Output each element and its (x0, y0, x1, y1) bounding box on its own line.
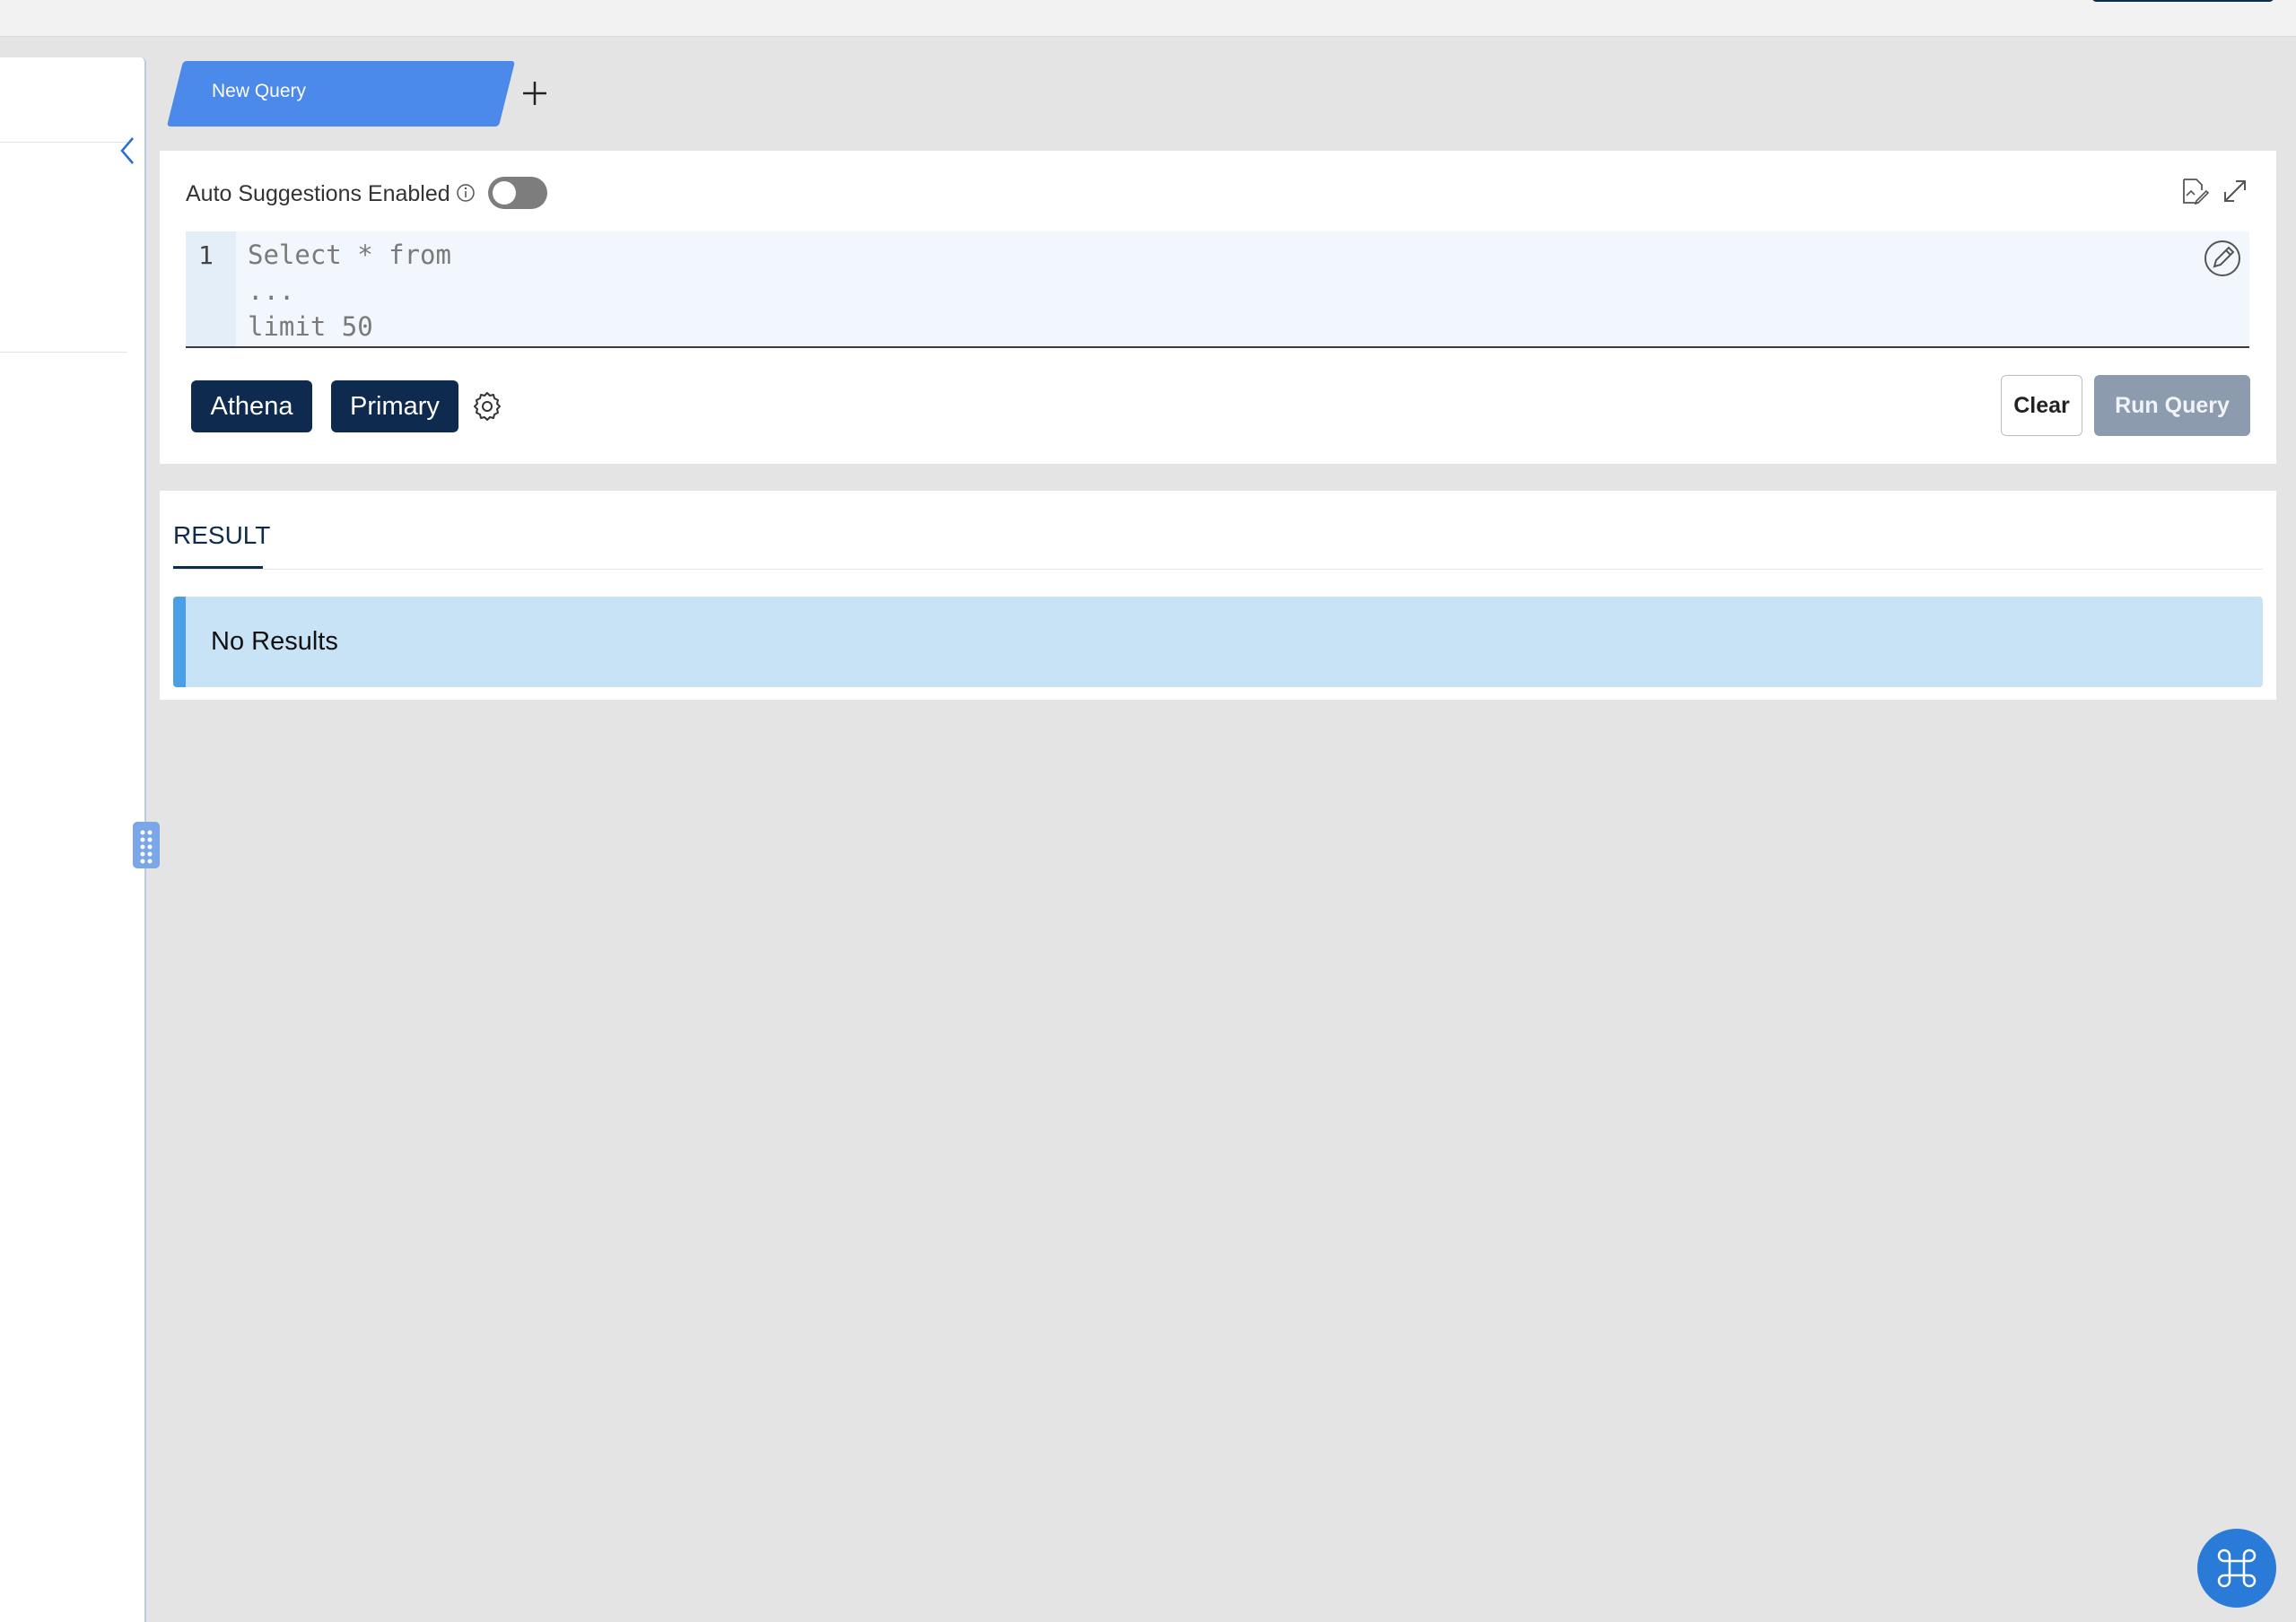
code-editor[interactable]: 1 Select * from... limit 50 (186, 231, 2249, 348)
ai-edit-icon[interactable] (2201, 237, 2244, 280)
chevron-left-icon[interactable] (115, 131, 140, 170)
plus-icon[interactable] (517, 75, 553, 111)
top-bar (0, 0, 2296, 37)
sidebar-divider (0, 142, 127, 143)
sidebar-divider (0, 352, 127, 353)
code-line: limit 50 (248, 311, 373, 342)
top-bar-button[interactable] (2091, 0, 2274, 2)
clear-button[interactable]: Clear (2001, 375, 2082, 436)
code-line: ... (248, 275, 295, 306)
command-icon (2217, 1548, 2257, 1588)
line-number: 1 (198, 240, 214, 270)
no-results-message: No Results (211, 627, 338, 656)
code-content[interactable]: Select * from... limit 50 (248, 237, 451, 344)
run-query-button[interactable]: Run Query (2094, 375, 2250, 436)
drag-handle-icon[interactable] (133, 822, 160, 868)
command-palette-button[interactable] (2197, 1529, 2276, 1608)
info-icon[interactable] (456, 183, 476, 203)
gear-icon[interactable] (470, 389, 504, 423)
tab-label[interactable]: New Query (212, 81, 306, 102)
no-results-banner: No Results (173, 597, 2263, 687)
line-number-gutter: 1 (186, 231, 236, 346)
code-line: Select * from (248, 240, 451, 270)
result-panel: RESULT No Results (160, 491, 2276, 700)
auto-suggestions-toggle[interactable] (488, 177, 547, 209)
engine-chip-athena[interactable]: Athena (191, 380, 312, 432)
auto-suggestions-label: Auto Suggestions Enabled (186, 181, 450, 206)
query-editor-panel: Auto Suggestions Enabled 1 Select * from… (160, 151, 2276, 464)
result-divider (173, 569, 2263, 570)
expand-icon[interactable] (2220, 176, 2250, 206)
workgroup-chip-primary[interactable]: Primary (331, 380, 458, 432)
toggle-knob (493, 181, 516, 205)
sidebar (0, 57, 146, 1622)
save-icon[interactable] (2178, 176, 2209, 206)
tab-result[interactable]: RESULT (173, 521, 270, 550)
